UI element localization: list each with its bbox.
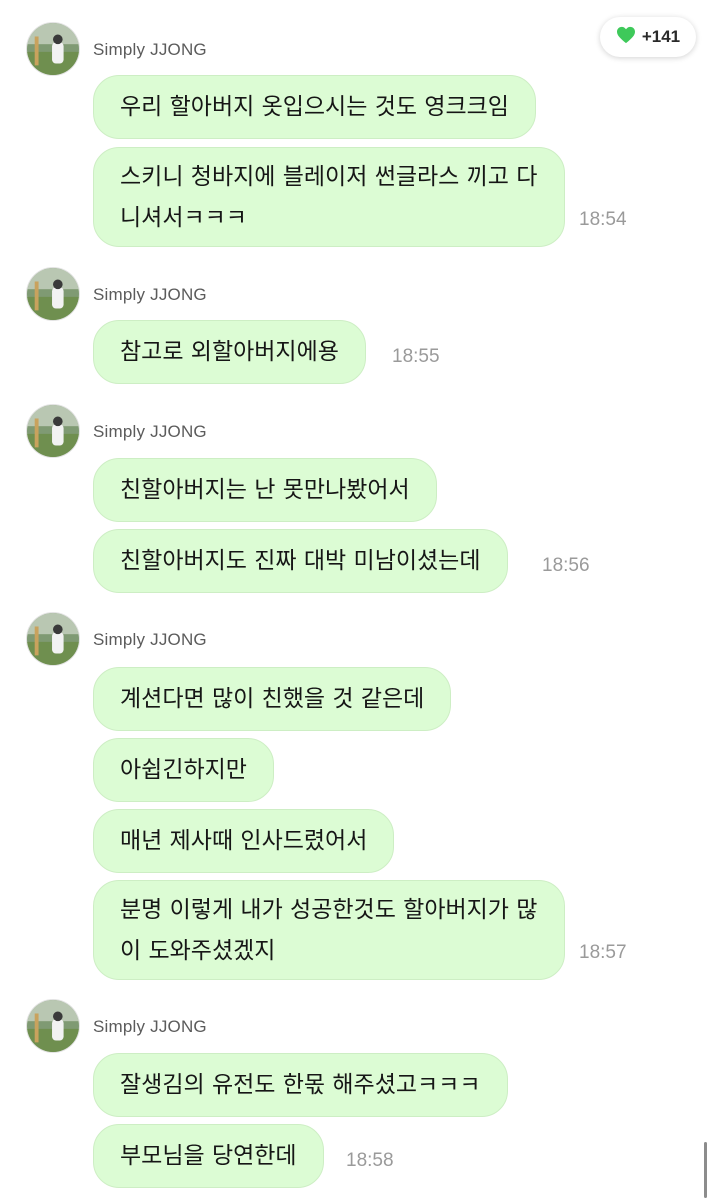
message-bubble[interactable]: 매년 제사때 인사드렸어서 (93, 809, 395, 873)
sender-name: Simply JJONG (93, 422, 207, 441)
chat-thread: +141 Simply JJONG 우리 할아버지 옷입으시는 것도 영크크임 … (0, 0, 712, 1200)
message-bubble[interactable]: 부모님을 당연한데 (93, 1124, 324, 1188)
reaction-badge[interactable]: +141 (600, 17, 696, 57)
avatar[interactable] (26, 22, 80, 76)
message-bubble[interactable]: 우리 할아버지 옷입으시는 것도 영크크임 (93, 75, 536, 139)
message-bubble[interactable]: 친할아버지도 진짜 대박 미남이셨는데 (93, 529, 508, 593)
avatar[interactable] (26, 612, 80, 666)
avatar[interactable] (26, 404, 80, 458)
message-timestamp: 18:57 (579, 942, 627, 963)
sender-name: Simply JJONG (93, 40, 207, 59)
message-bubble[interactable]: 참고로 외할아버지에용 (93, 320, 366, 384)
avatar[interactable] (26, 267, 80, 321)
sender-name: Simply JJONG (93, 630, 207, 649)
avatar[interactable] (26, 999, 80, 1053)
sender-name: Simply JJONG (93, 285, 207, 304)
message-timestamp: 18:54 (579, 209, 627, 230)
message-timestamp: 18:58 (346, 1150, 394, 1171)
reaction-count: +141 (641, 27, 681, 46)
sender-name: Simply JJONG (93, 1017, 207, 1036)
message-timestamp: 18:56 (542, 555, 590, 576)
message-timestamp: 18:55 (392, 346, 440, 367)
message-bubble[interactable]: 잘생김의 유전도 한몫 해주셨고ㅋㅋㅋ (93, 1053, 508, 1117)
heart-icon (616, 26, 636, 49)
message-bubble[interactable]: 계션다면 많이 친했을 것 같은데 (93, 667, 452, 731)
scrollbar[interactable] (704, 1142, 707, 1198)
message-bubble[interactable]: 스키니 청바지에 블레이저 썬글라스 끼고 다니셔서ㅋㅋㅋ (93, 147, 565, 247)
message-bubble[interactable]: 아쉽긴하지만 (93, 738, 274, 802)
message-bubble[interactable]: 친할아버지는 난 못만나봤어서 (93, 458, 437, 522)
message-bubble[interactable]: 분명 이렇게 내가 성공한것도 할아버지가 많이 도와주셨겠지 (93, 880, 565, 980)
